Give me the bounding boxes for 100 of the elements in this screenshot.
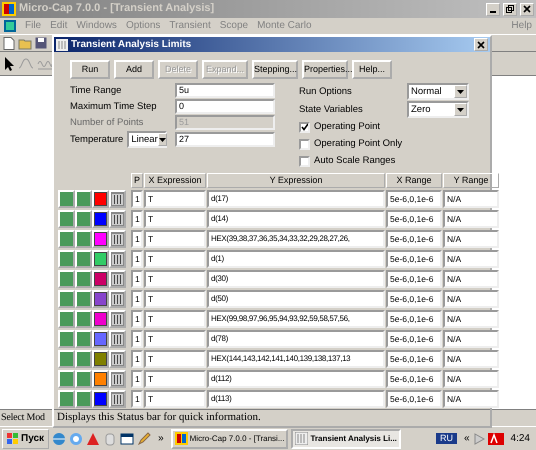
language-indicator[interactable]: RU: [436, 433, 457, 444]
plot-toggle-button[interactable]: [58, 350, 75, 368]
checkbox[interactable]: [299, 138, 310, 150]
restore-button[interactable]: [503, 2, 517, 16]
plot-toggle-button[interactable]: [58, 310, 75, 328]
table-cell[interactable]: T: [144, 230, 206, 248]
table-cell[interactable]: 5e-6,0,1e-6: [386, 210, 442, 228]
line-style-button[interactable]: [109, 190, 126, 208]
table-cell[interactable]: 1: [131, 250, 143, 268]
table-cell[interactable]: 1: [131, 230, 143, 248]
plot-toggle-button[interactable]: [75, 290, 92, 308]
table-cell[interactable]: N/A: [443, 330, 499, 348]
table-cell[interactable]: 5e-6,0,1e-6: [386, 230, 442, 248]
plot-toggle-button[interactable]: [75, 190, 92, 208]
window-icon[interactable]: [120, 432, 134, 446]
plot-toggle-button[interactable]: [75, 370, 92, 388]
table-cell[interactable]: 1: [131, 350, 143, 368]
table-cell[interactable]: HEX(99,98,97,96,95,94,93,92,59,58,57,56,: [207, 310, 385, 328]
table-cell[interactable]: d(30): [207, 270, 385, 288]
table-cell[interactable]: 5e-6,0,1e-6: [386, 370, 442, 388]
table-cell[interactable]: 5e-6,0,1e-6: [386, 250, 442, 268]
dialog-button[interactable]: Stepping...: [252, 60, 298, 79]
table-cell[interactable]: T: [144, 350, 206, 368]
dropdown[interactable]: Linear: [127, 131, 168, 148]
plot-toggle-button[interactable]: [58, 290, 75, 308]
table-cell[interactable]: 5e-6,0,1e-6: [386, 330, 442, 348]
table-cell[interactable]: d(78): [207, 330, 385, 348]
plot-toggle-button[interactable]: [58, 190, 75, 208]
table-cell[interactable]: N/A: [443, 370, 499, 388]
input-field[interactable]: 5u: [175, 83, 275, 98]
dropdown[interactable]: Normal: [407, 83, 469, 100]
table-cell[interactable]: d(17): [207, 190, 385, 208]
input-field[interactable]: 27: [175, 132, 275, 147]
plot-toggle-button[interactable]: [58, 330, 75, 348]
plot-toggle-button[interactable]: [75, 270, 92, 288]
table-cell[interactable]: T: [144, 270, 206, 288]
color-button[interactable]: [92, 190, 109, 208]
line-style-button[interactable]: [109, 330, 126, 348]
plot-toggle-button[interactable]: [58, 250, 75, 268]
table-cell[interactable]: N/A: [443, 310, 499, 328]
globe-icon[interactable]: [69, 432, 84, 446]
dialog-button[interactable]: Run: [70, 60, 110, 79]
dropdown[interactable]: Zero: [407, 101, 469, 118]
table-cell[interactable]: T: [144, 390, 206, 408]
dialog-button[interactable]: Add: [114, 60, 154, 79]
color-button[interactable]: [92, 330, 109, 348]
table-cell[interactable]: N/A: [443, 230, 499, 248]
table-cell[interactable]: N/A: [443, 270, 499, 288]
play-icon[interactable]: [472, 432, 485, 444]
table-cell[interactable]: T: [144, 370, 206, 388]
save-icon[interactable]: [35, 37, 47, 49]
table-cell[interactable]: N/A: [443, 350, 499, 368]
table-cell[interactable]: d(112): [207, 370, 385, 388]
close-button[interactable]: [520, 2, 534, 16]
line-style-button[interactable]: [109, 370, 126, 388]
color-button[interactable]: [92, 390, 109, 408]
table-cell[interactable]: d(113): [207, 390, 385, 408]
color-button[interactable]: [92, 210, 109, 228]
more-button[interactable]: »: [154, 432, 168, 444]
folder-icon[interactable]: [18, 36, 32, 50]
table-cell[interactable]: 1: [131, 290, 143, 308]
plot-toggle-button[interactable]: [75, 210, 92, 228]
line-style-button[interactable]: [109, 270, 126, 288]
table-cell[interactable]: 5e-6,0,1e-6: [386, 270, 442, 288]
color-button[interactable]: [92, 230, 109, 248]
tray-icon[interactable]: [488, 432, 504, 444]
triangle-icon[interactable]: [86, 432, 100, 446]
checkbox[interactable]: [299, 122, 310, 132]
color-button[interactable]: [92, 310, 109, 328]
plot-toggle-button[interactable]: [75, 350, 92, 368]
dialog-button[interactable]: Help...: [352, 60, 392, 79]
table-cell[interactable]: T: [144, 310, 206, 328]
table-cell[interactable]: 5e-6,0,1e-6: [386, 290, 442, 308]
taskbar-button[interactable]: Micro-Cap 7.0.0 - [Transi...: [170, 428, 288, 448]
pointer-icon[interactable]: [3, 56, 15, 72]
table-cell[interactable]: T: [144, 190, 206, 208]
start-button[interactable]: Пуск: [2, 428, 50, 448]
color-button[interactable]: [92, 350, 109, 368]
table-cell[interactable]: d(1): [207, 250, 385, 268]
table-cell[interactable]: N/A: [443, 210, 499, 228]
table-cell[interactable]: 1: [131, 210, 143, 228]
table-cell[interactable]: T: [144, 210, 206, 228]
table-cell[interactable]: T: [144, 250, 206, 268]
plot-toggle-button[interactable]: [58, 230, 75, 248]
table-cell[interactable]: HEX(39,38,37,36,35,34,33,32,29,28,27,26,: [207, 230, 385, 248]
taskbar-button[interactable]: Transient Analysis Li...: [291, 428, 401, 448]
line-style-button[interactable]: [109, 290, 126, 308]
line-style-button[interactable]: [109, 210, 126, 228]
table-cell[interactable]: HEX(144,143,142,141,140,139,138,137,13: [207, 350, 385, 368]
plot-toggle-button[interactable]: [75, 390, 92, 408]
table-cell[interactable]: 1: [131, 330, 143, 348]
plot-toggle-button[interactable]: [58, 210, 75, 228]
line-style-button[interactable]: [109, 230, 126, 248]
table-cell[interactable]: T: [144, 290, 206, 308]
table-cell[interactable]: 5e-6,0,1e-6: [386, 190, 442, 208]
table-cell[interactable]: 1: [131, 190, 143, 208]
table-cell[interactable]: 5e-6,0,1e-6: [386, 390, 442, 408]
table-cell[interactable]: T: [144, 330, 206, 348]
line-style-button[interactable]: [109, 350, 126, 368]
table-cell[interactable]: 1: [131, 370, 143, 388]
